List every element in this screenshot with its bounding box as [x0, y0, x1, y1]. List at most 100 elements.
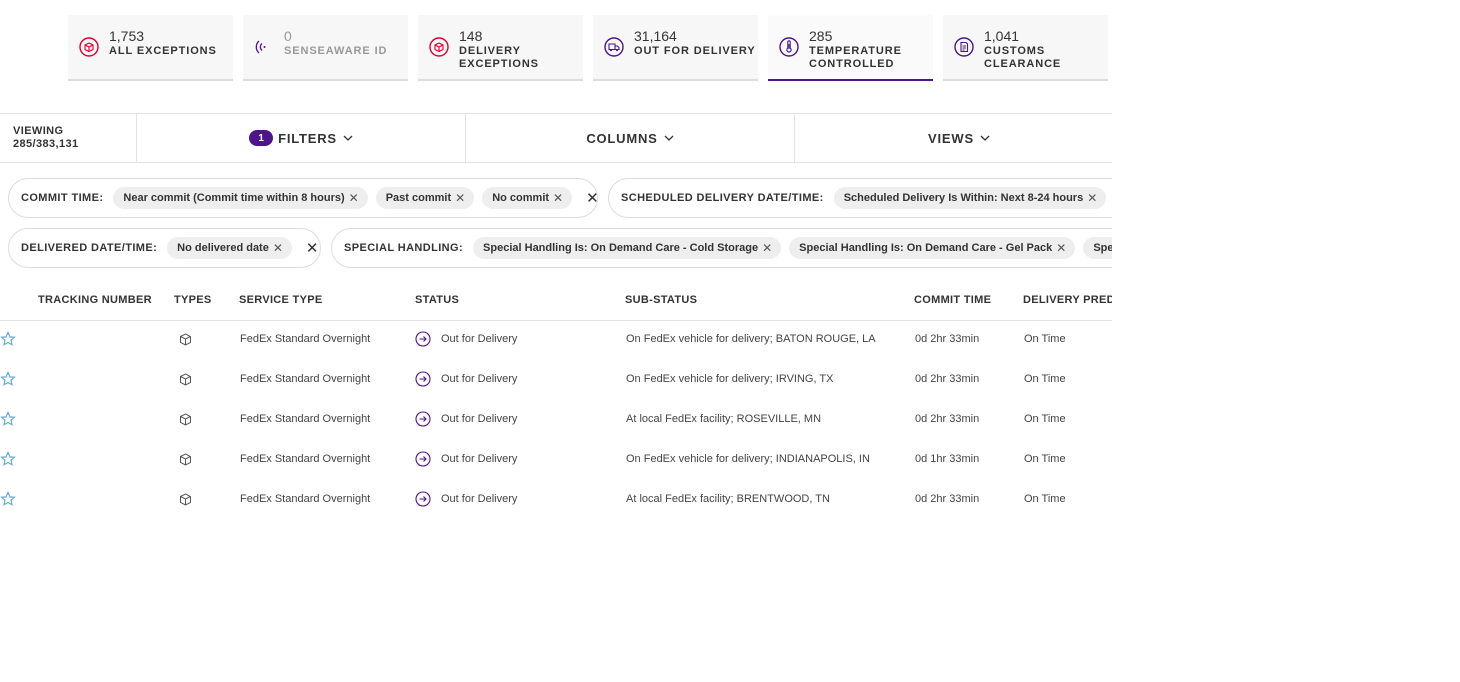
card-count: 1,041 — [984, 28, 1020, 44]
table-row[interactable]: FedEx Standard Overnight Out for Deliver… — [0, 479, 1112, 519]
card-customs-clearance[interactable]: 1,041 CUSTOMS CLEARANCE — [943, 15, 1108, 81]
filter-chip[interactable]: No delivered date ✕ — [167, 237, 292, 259]
columns-button[interactable]: COLUMNS — [466, 114, 794, 162]
service-type: FedEx Standard Overnight — [240, 493, 371, 505]
sub-status: On FedEx vehicle for delivery; BATON ROU… — [626, 333, 876, 345]
package-icon — [179, 479, 192, 519]
remove-chip-icon[interactable]: ✕ — [1056, 241, 1066, 255]
arrow-right-circle-icon — [415, 371, 431, 387]
sub-status: On FedEx vehicle for delivery; IRVING, T… — [626, 373, 834, 385]
card-temperature-controlled[interactable]: 285 TEMPERATURE CONTROLLED — [768, 15, 933, 81]
filter-chip[interactable]: Near commit (Commit time within 8 hours)… — [113, 187, 368, 209]
card-label: SENSEAWARE ID — [284, 45, 388, 57]
column-header-types[interactable]: TYPES — [174, 294, 212, 306]
table-row[interactable]: FedEx Standard Overnight Out for Deliver… — [0, 359, 1112, 399]
favorite-star-icon[interactable] — [0, 319, 16, 359]
table-row[interactable]: FedEx Standard Overnight Out for Deliver… — [0, 399, 1112, 439]
chip-label: Special — [1093, 242, 1112, 254]
viewing-count: 285/383,131 — [13, 138, 79, 150]
remove-chip-icon[interactable]: ✕ — [273, 241, 283, 255]
filter-group-scheduled-delivery: SCHEDULED DELIVERY DATE/TIME: Scheduled … — [608, 178, 1112, 218]
chevron-down-icon — [343, 135, 353, 141]
commit-time: 0d 2hr 33min — [915, 333, 980, 345]
arrow-right-circle-icon — [415, 491, 431, 507]
column-header-status[interactable]: STATUS — [415, 294, 459, 306]
filter-chip[interactable]: No commit ✕ — [482, 187, 573, 209]
remove-chip-icon[interactable]: ✕ — [455, 191, 465, 205]
chip-label: Scheduled Delivery Is Within: Next 8-24 … — [843, 192, 1084, 204]
views-button[interactable]: VIEWS — [795, 114, 1112, 162]
card-delivery-exceptions[interactable]: 148 DELIVERY EXCEPTIONS — [418, 15, 583, 81]
remove-chip-icon[interactable]: ✕ — [1087, 191, 1097, 205]
truck-icon — [604, 37, 624, 57]
table-header: TRACKING NUMBER TYPES SERVICE TYPE STATU… — [0, 290, 1112, 321]
column-header-tracking-number[interactable]: TRACKING NUMBER — [38, 294, 152, 306]
delivery-prediction: On Time — [1024, 373, 1066, 385]
package-icon — [179, 319, 192, 359]
delivery-prediction: On Time — [1024, 333, 1066, 345]
chevron-down-icon — [980, 135, 990, 141]
commit-time: 0d 2hr 33min — [915, 373, 980, 385]
filter-chip[interactable]: Special Handling Is: On Demand Care - Co… — [473, 237, 782, 259]
card-senseaware-id[interactable]: 0 SENSEAWARE ID — [243, 15, 408, 81]
filter-group-commit-time: COMMIT TIME: Near commit (Commit time wi… — [8, 178, 599, 218]
filter-chip[interactable]: Scheduled Delivery Is Within: Next 8-24 … — [833, 187, 1107, 209]
table-row[interactable]: FedEx Standard Overnight Out for Deliver… — [0, 439, 1112, 479]
filter-chip[interactable]: Special — [1083, 237, 1112, 259]
filter-chip[interactable]: Past commit ✕ — [375, 187, 475, 209]
status-label: Out for Delivery — [441, 493, 518, 505]
box-alert-icon — [429, 37, 449, 57]
remove-chip-icon[interactable]: ✕ — [349, 191, 359, 205]
status-cell: Out for Delivery — [415, 479, 517, 519]
column-header-service-type[interactable]: SERVICE TYPE — [239, 294, 322, 306]
commit-time: 0d 2hr 33min — [915, 413, 980, 425]
clear-group-close-icon[interactable]: ✕ — [586, 189, 599, 207]
card-all-exceptions[interactable]: 1,753 ALL EXCEPTIONS — [68, 15, 233, 81]
columns-label: COLUMNS — [586, 130, 658, 146]
clear-group-close-icon[interactable]: ✕ — [306, 239, 319, 257]
favorite-star-icon[interactable] — [0, 359, 16, 399]
viewing-label: VIEWING — [13, 125, 64, 137]
filters-count-badge: 1 — [249, 130, 274, 146]
commit-time: 0d 2hr 33min — [915, 493, 980, 505]
viewing-counter: VIEWING 285/383,131 — [13, 125, 79, 151]
card-count: 1,753 — [109, 28, 145, 44]
card-label: OUT FOR DELIVERY — [634, 45, 756, 57]
card-count: 31,164 — [634, 28, 677, 44]
delivery-prediction: On Time — [1024, 453, 1066, 465]
remove-chip-icon[interactable]: ✕ — [762, 241, 772, 255]
filter-group-title: DELIVERED DATE/TIME: — [21, 242, 158, 254]
favorite-star-icon[interactable] — [0, 479, 16, 519]
status-cell: Out for Delivery — [415, 359, 517, 399]
signal-icon — [255, 40, 266, 54]
thermometer-icon — [779, 37, 799, 57]
status-cell: Out for Delivery — [415, 399, 517, 439]
chip-label: No commit — [492, 192, 550, 204]
customs-document-icon — [954, 37, 974, 57]
remove-chip-icon[interactable]: ✕ — [553, 191, 563, 205]
arrow-right-circle-icon — [415, 411, 431, 427]
commit-time: 0d 1hr 33min — [915, 453, 980, 465]
sub-status: On FedEx vehicle for delivery; INDIANAPO… — [626, 453, 870, 465]
chip-label: Past commit — [385, 192, 452, 204]
filters-label: FILTERS — [278, 130, 337, 146]
delivery-prediction: On Time — [1024, 413, 1066, 425]
delivery-prediction: On Time — [1024, 493, 1066, 505]
favorite-star-icon[interactable] — [0, 439, 16, 479]
filter-group-title: SCHEDULED DELIVERY DATE/TIME: — [621, 192, 824, 204]
card-count: 148 — [459, 28, 483, 44]
column-header-delivery-prediction[interactable]: DELIVERY PREDI — [1023, 294, 1112, 306]
box-alert-icon — [79, 37, 99, 57]
filters-button[interactable]: 1 FILTERS — [137, 114, 465, 162]
summary-cards: 1,753 ALL EXCEPTIONS 0 SENSEAWARE ID 148… — [68, 15, 1108, 81]
arrow-right-circle-icon — [415, 451, 431, 467]
column-header-commit-time[interactable]: COMMIT TIME — [914, 294, 991, 306]
filter-group-title: SPECIAL HANDLING: — [344, 242, 464, 254]
filter-chip[interactable]: Special Handling Is: On Demand Care - Ge… — [789, 237, 1076, 259]
table-row[interactable]: FedEx Standard Overnight Out for Deliver… — [0, 319, 1112, 359]
chevron-down-icon — [664, 135, 674, 141]
package-icon — [179, 359, 192, 399]
favorite-star-icon[interactable] — [0, 399, 16, 439]
card-out-for-delivery[interactable]: 31,164 OUT FOR DELIVERY — [593, 15, 758, 81]
column-header-sub-status[interactable]: SUB-STATUS — [625, 294, 697, 306]
